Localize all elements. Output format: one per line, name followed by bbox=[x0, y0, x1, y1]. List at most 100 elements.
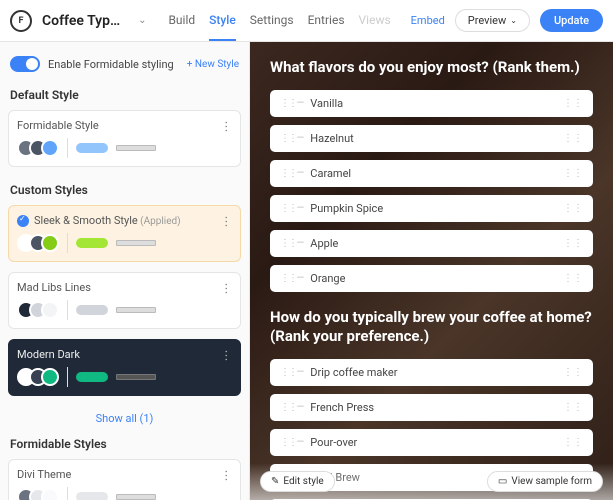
input-preview bbox=[116, 307, 156, 313]
section-formidable-heading: Formidable Styles bbox=[8, 431, 241, 459]
rank-option[interactable]: ⋮⋮ — Apple ⋮⋮ bbox=[270, 230, 593, 257]
card-menu-icon[interactable]: ⋯ bbox=[221, 120, 233, 131]
style-card-sleek[interactable]: Sleek & Smooth Style (Applied)⋯ bbox=[8, 205, 241, 262]
card-title: Formidable Style bbox=[17, 119, 221, 132]
card-menu-icon[interactable]: ⋯ bbox=[221, 215, 233, 226]
option-label: Apple bbox=[310, 237, 338, 250]
tab-entries[interactable]: Entries bbox=[308, 13, 345, 41]
card-title: Modern Dark bbox=[17, 348, 221, 361]
drag-handle-icon[interactable]: ⋮⋮ — bbox=[280, 203, 302, 214]
chevron-down-icon[interactable]: ⌄ bbox=[138, 15, 146, 26]
rank-option[interactable]: ⋮⋮ —French Press⋮⋮ bbox=[270, 394, 593, 421]
pill-preview bbox=[76, 143, 108, 153]
new-style-link[interactable]: + New Style bbox=[187, 59, 239, 70]
eye-icon: ▭ bbox=[498, 476, 507, 487]
view-sample-button[interactable]: ▭View sample form bbox=[487, 471, 603, 492]
drag-handle-icon[interactable]: ⋮⋮ — bbox=[280, 367, 302, 378]
form-title: Coffee Type Su… bbox=[42, 13, 126, 29]
drag-grip-icon[interactable]: ⋮⋮ bbox=[563, 273, 583, 284]
drag-grip-icon[interactable]: ⋮⋮ bbox=[563, 367, 583, 378]
drag-handle-icon[interactable]: ⋮⋮ — bbox=[280, 437, 302, 448]
rank-option[interactable]: ⋮⋮ — Orange ⋮⋮ bbox=[270, 265, 593, 292]
option-label: Pour-over bbox=[310, 436, 357, 449]
card-preview-row bbox=[17, 138, 232, 158]
drag-handle-icon[interactable]: ⋮⋮ — bbox=[280, 168, 302, 179]
rank-option[interactable]: ⋮⋮ — Vanilla ⋮⋮ bbox=[270, 90, 593, 117]
drag-handle-icon[interactable]: ⋮⋮ — bbox=[280, 273, 302, 284]
drag-handle-icon[interactable]: ⋮⋮ — bbox=[280, 133, 302, 144]
edit-style-button[interactable]: ✎Edit style bbox=[260, 471, 335, 492]
rank-option[interactable]: ⋮⋮ — Caramel ⋮⋮ bbox=[270, 160, 593, 187]
input-preview bbox=[116, 494, 156, 500]
toggle-label: Enable Formidable styling bbox=[48, 58, 179, 71]
option-label: Drip coffee maker bbox=[310, 366, 397, 379]
chevron-down-icon: ⌄ bbox=[510, 16, 517, 25]
drag-grip-icon[interactable]: ⋮⋮ bbox=[563, 238, 583, 249]
rank-option[interactable]: ⋮⋮ — Pumpkin Spice ⋮⋮ bbox=[270, 195, 593, 222]
input-preview bbox=[116, 374, 156, 380]
option-label: Pumpkin Spice bbox=[310, 202, 383, 215]
section-default-heading: Default Style bbox=[8, 82, 241, 110]
pencil-icon: ✎ bbox=[271, 476, 279, 487]
update-button[interactable]: Update bbox=[540, 9, 603, 32]
card-menu-icon[interactable]: ⋯ bbox=[221, 282, 233, 293]
color-dot bbox=[41, 234, 59, 252]
drag-grip-icon[interactable]: ⋮⋮ bbox=[563, 98, 583, 109]
enable-styling-toggle[interactable] bbox=[10, 56, 40, 72]
card-preview-row bbox=[17, 233, 232, 253]
tab-settings[interactable]: Settings bbox=[250, 13, 294, 41]
question-1: What flavors do you enjoy most? (Rank th… bbox=[270, 58, 593, 78]
show-all-link[interactable]: Show all (1) bbox=[8, 406, 241, 431]
option-label: Vanilla bbox=[310, 97, 343, 110]
drag-grip-icon[interactable]: ⋮⋮ bbox=[563, 133, 583, 144]
style-card-modern[interactable]: Modern Dark⋯ bbox=[8, 339, 241, 396]
color-dot bbox=[41, 488, 59, 500]
rank-option[interactable]: ⋮⋮ —Hazelnut⋮⋮ bbox=[270, 125, 593, 152]
drag-grip-icon[interactable]: ⋮⋮ bbox=[563, 402, 583, 413]
color-dot bbox=[41, 301, 59, 319]
top-bar: F Coffee Type Su… ⌄ BuildStyleSettingsEn… bbox=[0, 0, 613, 42]
card-preview-row bbox=[17, 487, 232, 500]
question-1-options: ⋮⋮ —Vanilla⋮⋮⋮⋮ —Hazelnut⋮⋮⋮⋮ —Caramel⋮⋮… bbox=[270, 90, 593, 292]
card-title: Mad Libs Lines bbox=[17, 281, 221, 294]
style-card-formidable[interactable]: Formidable Style⋯ bbox=[8, 110, 241, 167]
section-custom-heading: Custom Styles bbox=[8, 177, 241, 205]
drag-grip-icon[interactable]: ⋮⋮ bbox=[563, 203, 583, 214]
card-menu-icon[interactable]: ⋯ bbox=[221, 349, 233, 360]
card-title: Sleek & Smooth Style (Applied) bbox=[34, 214, 221, 227]
drag-grip-icon[interactable]: ⋮⋮ bbox=[563, 168, 583, 179]
embed-link[interactable]: Embed bbox=[411, 14, 445, 27]
card-menu-icon[interactable]: ⋯ bbox=[221, 469, 233, 480]
form-preview: What flavors do you enjoy most? (Rank th… bbox=[250, 42, 613, 500]
nav-tabs: BuildStyleSettingsEntriesViews bbox=[168, 13, 390, 28]
pill-preview bbox=[76, 305, 108, 315]
pill-preview bbox=[76, 238, 108, 248]
input-preview bbox=[116, 240, 156, 246]
drag-handle-icon[interactable]: ⋮⋮ — bbox=[280, 238, 302, 249]
drag-grip-icon[interactable]: ⋮⋮ bbox=[563, 437, 583, 448]
main-area: Enable Formidable styling + New Style De… bbox=[0, 42, 613, 500]
style-sidebar: Enable Formidable styling + New Style De… bbox=[0, 42, 250, 500]
color-dot bbox=[41, 139, 59, 157]
style-card-divi[interactable]: Divi Theme⋯ bbox=[8, 459, 241, 500]
rank-option[interactable]: ⋮⋮ — Pour-over ⋮⋮ bbox=[270, 429, 593, 456]
rank-option[interactable]: ⋮⋮ — Drip coffee maker ⋮⋮ bbox=[270, 359, 593, 386]
preview-button[interactable]: Preview⌄ bbox=[455, 9, 530, 32]
tab-views: Views bbox=[359, 13, 391, 41]
applied-check-icon bbox=[17, 215, 29, 227]
input-preview bbox=[116, 145, 156, 151]
pill-preview bbox=[76, 492, 108, 500]
option-label: Orange bbox=[310, 272, 345, 285]
option-label: Caramel bbox=[310, 167, 351, 180]
style-card-madlibs[interactable]: Mad Libs Lines⋯ bbox=[8, 272, 241, 329]
pill-preview bbox=[76, 372, 108, 382]
tab-build[interactable]: Build bbox=[168, 13, 195, 41]
bottom-bar: ✎Edit style ▭View sample form bbox=[250, 463, 613, 500]
question-2: How do you typically brew your coffee at… bbox=[270, 308, 593, 347]
card-preview-row bbox=[17, 300, 232, 320]
tab-style[interactable]: Style bbox=[209, 13, 236, 41]
drag-handle-icon[interactable]: ⋮⋮ — bbox=[280, 98, 302, 109]
app-logo-icon: F bbox=[10, 10, 32, 32]
drag-handle-icon[interactable]: ⋮⋮ — bbox=[280, 402, 302, 413]
card-title: Divi Theme bbox=[17, 468, 221, 481]
